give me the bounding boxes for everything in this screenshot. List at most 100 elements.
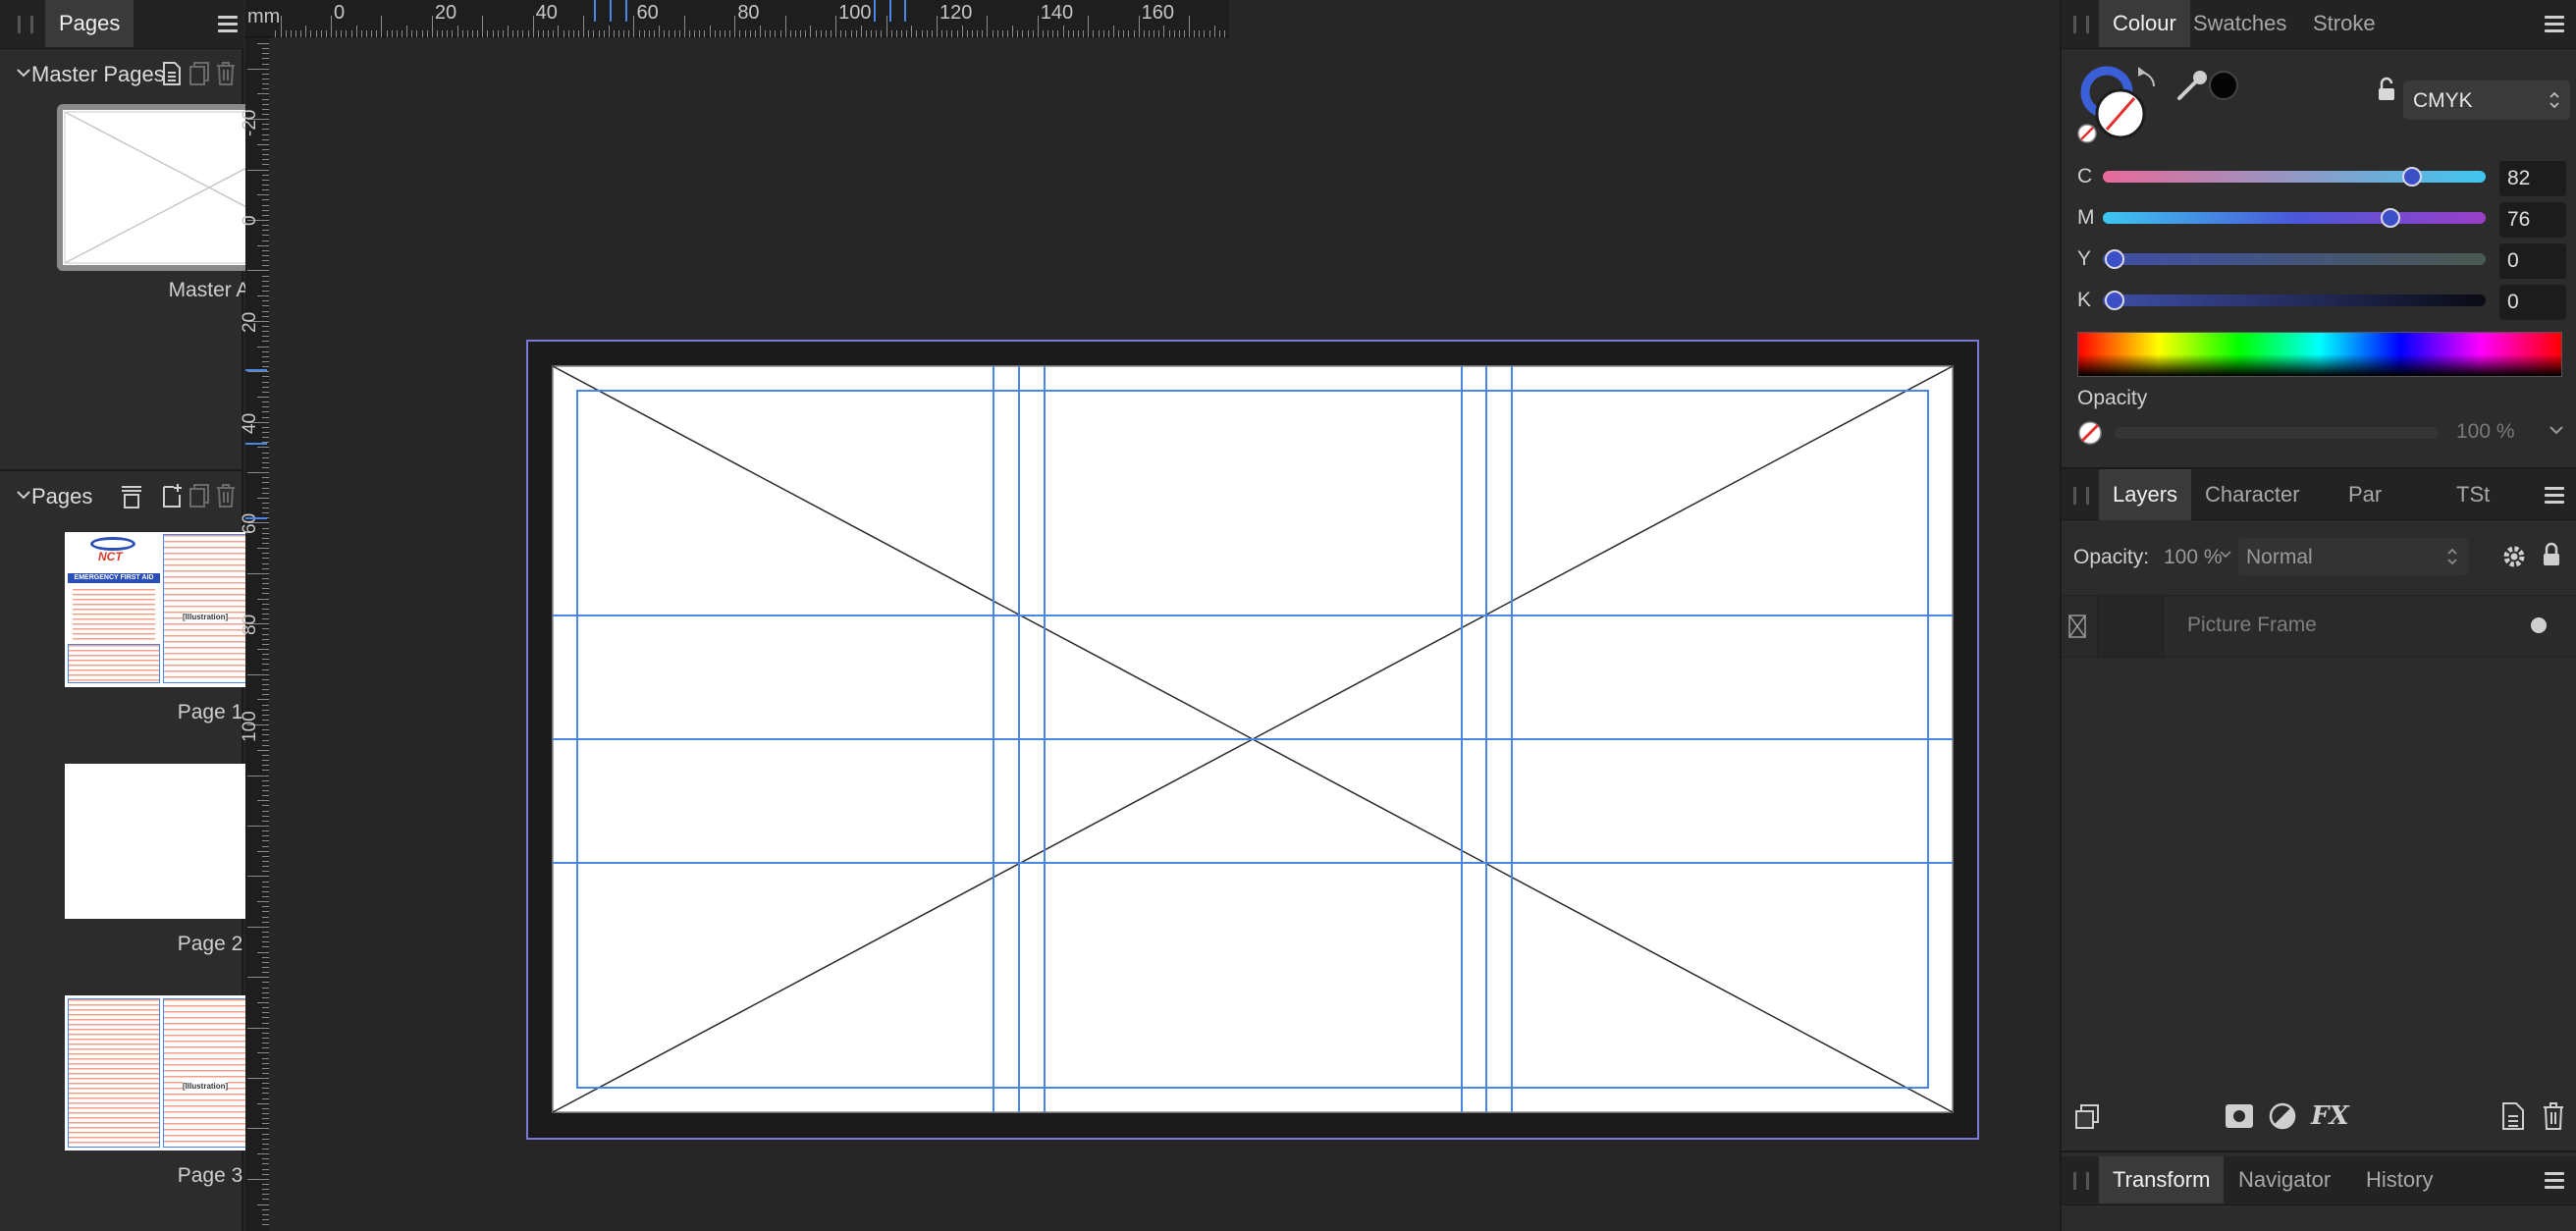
cyan-slider-track[interactable] [2103, 171, 2486, 183]
ruler-tick [262, 911, 269, 913]
tab-swatches[interactable]: Swatches [2179, 0, 2300, 47]
ruler-tick [262, 1107, 269, 1109]
colour-spectrum[interactable] [2077, 332, 2562, 377]
tab-navigator[interactable]: Navigator [2225, 1156, 2344, 1204]
blend-mode-value: Normal [2246, 546, 2313, 568]
lock-icon[interactable] [2378, 77, 2395, 102]
magenta-slider-row[interactable]: M 76 [2062, 202, 2576, 240]
ruler-tick [1001, 30, 1003, 37]
colour-model-select[interactable]: CMYK [2403, 80, 2570, 120]
left-ruler-label: 100 [240, 711, 260, 743]
left-ruler-label: 0 [240, 215, 260, 226]
panel-grip-icon[interactable] [2073, 1172, 2089, 1190]
adjustment-icon[interactable] [2268, 1101, 2297, 1131]
ruler-tick [262, 1022, 269, 1024]
lock-icon[interactable] [2543, 542, 2560, 567]
magenta-slider-knob[interactable] [2381, 208, 2401, 228]
cyan-slider-row[interactable]: C 82 [2062, 161, 2576, 198]
ruler-tick [262, 149, 269, 151]
ruler-tick [477, 30, 479, 37]
ruler-tick [659, 26, 661, 37]
layer-visibility-icon[interactable] [2531, 617, 2547, 633]
magenta-value-field[interactable]: 76 [2499, 202, 2566, 238]
black-value-field[interactable]: 0 [2499, 285, 2566, 320]
layer-name[interactable]: Picture Frame [2187, 614, 2317, 637]
black-slider-track[interactable] [2103, 294, 2486, 306]
ruler-tick [262, 941, 269, 943]
ruler-tick [262, 921, 269, 923]
ruler-tick [257, 598, 269, 600]
tab-layers[interactable]: Layers [2099, 469, 2192, 520]
ruler-tick [831, 30, 832, 37]
magenta-slider-track[interactable] [2103, 212, 2486, 224]
ruler-guide-marker [889, 0, 891, 22]
top-ruler-label: 160 [1141, 2, 1175, 24]
ruler-tick [262, 386, 269, 388]
ruler-tick [1213, 26, 1215, 37]
ruler-tick [1012, 26, 1014, 37]
left-ruler-label: -20 [240, 109, 260, 137]
ruler-tick [951, 30, 953, 37]
panel-menu-icon[interactable] [2545, 1172, 2564, 1189]
yellow-slider-row[interactable]: Y 0 [2062, 243, 2576, 281]
chevron-down-icon[interactable] [2549, 424, 2564, 436]
panel-grip-icon[interactable] [2073, 16, 2089, 33]
ruler-tick [262, 366, 269, 368]
tab-text-styles[interactable]: TSt [2442, 469, 2503, 520]
mask-icon[interactable] [2225, 1103, 2254, 1129]
ruler-tick [262, 482, 269, 484]
blend-mode-select[interactable]: Normal [2238, 538, 2468, 575]
trash-icon[interactable] [2543, 1101, 2564, 1131]
ruler-tick [262, 608, 269, 610]
fill-stroke-wells[interactable] [2077, 63, 2166, 147]
ruler-tick [1088, 16, 1090, 37]
opacity-value[interactable]: 100 % [2456, 420, 2515, 444]
tab-history[interactable]: History [2352, 1156, 2446, 1204]
ruler-tick [262, 689, 269, 691]
colour-preview-swatch[interactable] [2209, 71, 2238, 100]
ruler-tick [262, 866, 269, 868]
ruler-tick [262, 406, 269, 408]
ruler-tick [262, 461, 269, 463]
ruler-tick [262, 189, 269, 191]
yellow-slider-knob[interactable] [2105, 249, 2124, 269]
add-layer-icon[interactable] [2501, 1101, 2525, 1131]
chevron-down-icon[interactable] [2219, 550, 2232, 560]
black-slider-knob[interactable] [2105, 291, 2124, 310]
ruler-tick [262, 603, 269, 605]
ruler-tick [262, 114, 269, 116]
tab-transform[interactable]: Transform [2099, 1156, 2225, 1204]
layers-opacity-label: Opacity: [2073, 546, 2150, 568]
ruler-tick [262, 336, 269, 338]
fx-icon[interactable]: FX [2311, 1101, 2349, 1131]
panel-menu-icon[interactable] [2545, 487, 2564, 504]
tab-paragraph[interactable]: Par [2334, 469, 2395, 520]
ruler-tick [262, 709, 269, 711]
black-slider-row[interactable]: K 0 [2062, 285, 2576, 322]
cyan-slider-knob[interactable] [2402, 167, 2423, 187]
ruler-tick [1006, 30, 1008, 37]
ruler-tick [482, 16, 484, 37]
document-spread[interactable] [526, 340, 1979, 1141]
opacity-slider-track[interactable] [2115, 427, 2439, 439]
gear-icon[interactable] [2501, 544, 2527, 569]
yellow-slider-track[interactable] [2103, 253, 2486, 265]
ruler-tick [262, 456, 269, 458]
ruler-tick [262, 1168, 269, 1170]
tab-colour[interactable]: Colour [2099, 0, 2190, 47]
top-ruler-label: 120 [939, 2, 973, 24]
panel-menu-icon[interactable] [2545, 16, 2564, 32]
layers-opacity-value[interactable]: 100 % [2164, 546, 2223, 569]
ruler-tick [845, 30, 847, 37]
arrange-layers-icon[interactable] [2073, 1103, 2101, 1131]
layer-row[interactable]: Picture Frame [2062, 595, 2576, 659]
yellow-value-field[interactable]: 0 [2499, 243, 2566, 279]
tab-stroke[interactable]: Stroke [2299, 0, 2389, 47]
tab-character[interactable]: Character [2191, 469, 2314, 520]
eyedropper-icon[interactable] [2175, 67, 2211, 102]
ruler-tick [876, 30, 878, 37]
cyan-value-field[interactable]: 82 [2499, 161, 2566, 196]
ruler-tick [262, 744, 269, 746]
panel-grip-icon[interactable] [2073, 487, 2089, 505]
none-opacity-icon[interactable] [2077, 420, 2103, 446]
